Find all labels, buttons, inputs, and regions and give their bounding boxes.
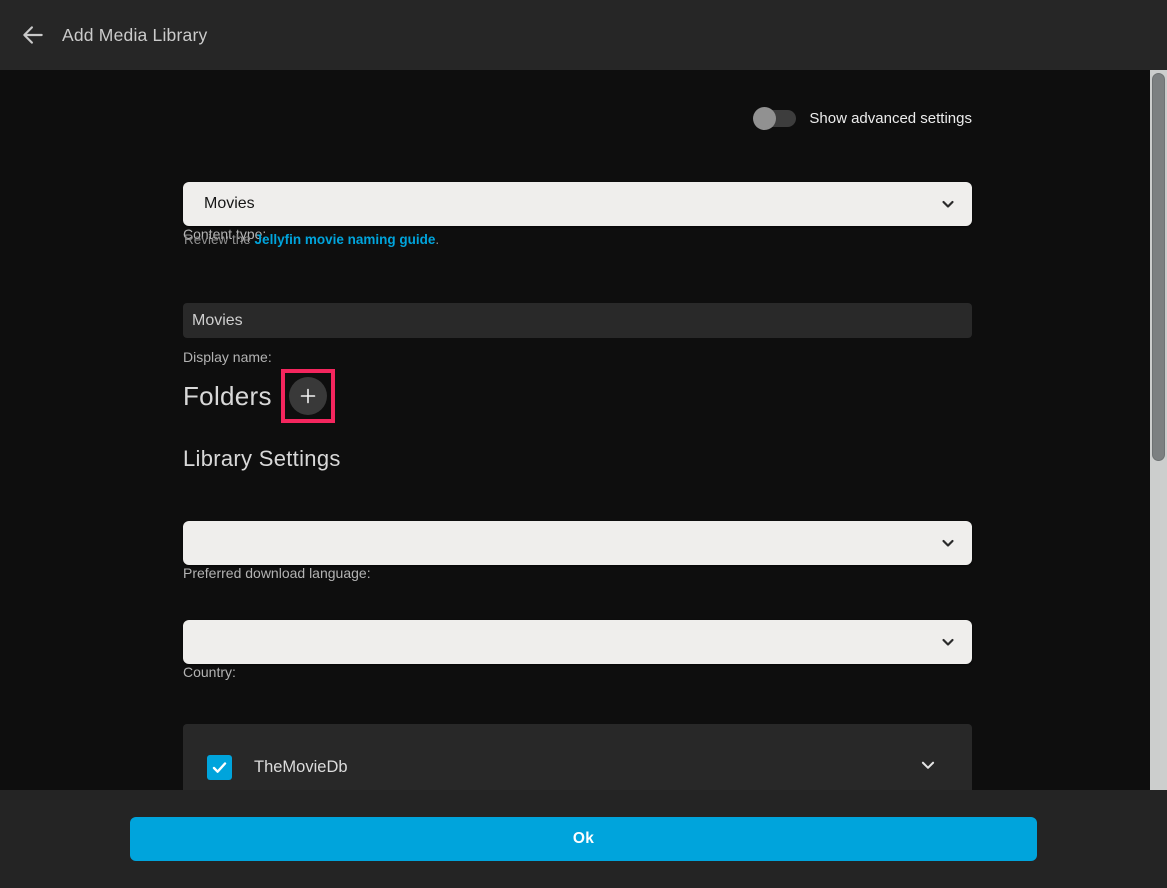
toggle-knob[interactable] bbox=[753, 107, 776, 130]
country-select[interactable] bbox=[183, 620, 972, 664]
display-name-label: Display name: bbox=[183, 349, 272, 365]
check-icon bbox=[211, 759, 228, 776]
back-button[interactable] bbox=[11, 13, 55, 57]
themoviedb-label: TheMovieDb bbox=[254, 758, 348, 777]
footer-bar: Ok bbox=[0, 790, 1167, 888]
advanced-settings-row: Show advanced settings bbox=[754, 106, 972, 130]
help-prefix: Review the bbox=[184, 232, 255, 247]
metadata-downloader-row[interactable]: TheMovieDb bbox=[183, 724, 972, 780]
library-form: Show advanced settings Content type: Mov… bbox=[183, 70, 972, 888]
add-folder-button[interactable] bbox=[289, 377, 327, 415]
help-suffix: . bbox=[435, 232, 439, 247]
advanced-settings-label: Show advanced settings bbox=[809, 110, 972, 127]
themoviedb-checkbox[interactable] bbox=[207, 755, 232, 780]
chevron-down-icon bbox=[940, 196, 956, 212]
scrollbar-thumb[interactable] bbox=[1152, 73, 1165, 461]
country-label: Country: bbox=[183, 664, 236, 680]
metadata-downloader-left: TheMovieDb bbox=[207, 755, 348, 780]
preferred-language-select[interactable] bbox=[183, 521, 972, 565]
library-settings-heading: Library Settings bbox=[183, 446, 341, 472]
page-title: Add Media Library bbox=[62, 25, 207, 46]
chevron-down-icon[interactable] bbox=[919, 756, 937, 779]
content-type-select[interactable]: Movies bbox=[183, 182, 972, 226]
ok-button[interactable]: Ok bbox=[130, 817, 1037, 861]
content-type-value: Movies bbox=[204, 195, 255, 213]
click-highlight-box bbox=[281, 369, 335, 423]
folders-section-header: Folders bbox=[183, 369, 335, 423]
scrollbar-track[interactable] bbox=[1150, 70, 1167, 790]
chevron-down-icon bbox=[940, 535, 956, 551]
show-advanced-toggle[interactable] bbox=[754, 110, 796, 127]
arrow-left-icon bbox=[20, 22, 46, 48]
plus-icon bbox=[298, 386, 318, 406]
form-scroll-area: Show advanced settings Content type: Mov… bbox=[0, 70, 1167, 888]
display-name-input[interactable] bbox=[183, 303, 972, 338]
preferred-language-label: Preferred download language: bbox=[183, 565, 371, 581]
chevron-down-icon bbox=[940, 634, 956, 650]
naming-guide-help: Review the Jellyfin movie naming guide. bbox=[184, 232, 439, 247]
naming-guide-link[interactable]: Jellyfin movie naming guide bbox=[255, 232, 436, 247]
folders-heading: Folders bbox=[183, 381, 272, 412]
app-header: Add Media Library bbox=[0, 0, 1167, 70]
